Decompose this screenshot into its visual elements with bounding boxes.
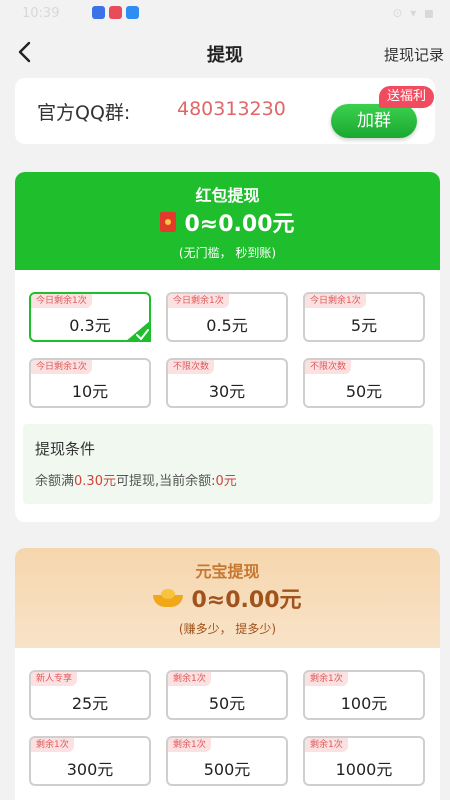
option-tag: 今日剩余1次 bbox=[305, 294, 366, 308]
option-value: 10元 bbox=[71, 382, 109, 401]
red-packet-amount-row: 0≈0.00元 bbox=[15, 206, 440, 238]
option-tag: 剩余1次 bbox=[305, 672, 348, 686]
option-tag: 今日剩余1次 bbox=[31, 360, 92, 374]
ingot-title: 元宝提现 bbox=[195, 562, 260, 581]
option-value: 500元 bbox=[203, 760, 251, 779]
option-tag: 不限次数 bbox=[168, 360, 215, 374]
amount-option[interactable]: 剩余1次 100元 bbox=[303, 670, 425, 720]
condition-middle: 可提现,当前余额: bbox=[115, 474, 216, 489]
red-packet-withdraw-card: 红包提现 0≈0.00元 (无门槛， 秒到账) 今日剩余1次 0.3元 今日剩余… bbox=[15, 172, 440, 522]
ingot-subtitle: (赚多少， 提多少) bbox=[178, 622, 277, 636]
option-value: 50元 bbox=[345, 382, 383, 401]
option-value: 100元 bbox=[340, 694, 388, 713]
amount-option[interactable]: 剩余1次 1000元 bbox=[303, 736, 425, 786]
status-notification-icons bbox=[92, 6, 139, 19]
option-value: 300元 bbox=[66, 760, 114, 779]
ingot-amount: 0≈0.00元 bbox=[191, 588, 302, 613]
condition-title: 提现条件 bbox=[35, 440, 96, 458]
withdraw-record-link[interactable]: 提现记录 bbox=[384, 44, 444, 65]
option-tag: 今日剩余1次 bbox=[168, 294, 229, 308]
ingot-amount-row: 0≈0.00元 bbox=[15, 582, 440, 614]
withdraw-condition-box: 提现条件 余额满0.30元可提现,当前余额:0元 bbox=[23, 424, 433, 504]
amount-option[interactable]: 新人专享 25元 bbox=[29, 670, 151, 720]
amount-option[interactable]: 剩余1次 50元 bbox=[166, 670, 288, 720]
app-notification-icon bbox=[126, 6, 139, 19]
ingot-header: 元宝提现 0≈0.00元 (赚多少， 提多少) bbox=[15, 548, 440, 648]
join-group-button[interactable]: 加群 bbox=[331, 104, 417, 138]
option-tag: 今日剩余1次 bbox=[31, 294, 92, 308]
condition-threshold: 0.30元 bbox=[74, 474, 116, 489]
condition-text: 余额满0.30元可提现,当前余额:0元 bbox=[35, 470, 237, 489]
option-value: 25元 bbox=[71, 694, 109, 713]
option-tag: 不限次数 bbox=[305, 360, 352, 374]
qq-group-label: 官方QQ群: bbox=[37, 102, 131, 124]
option-value: 30元 bbox=[208, 382, 246, 401]
option-tag: 剩余1次 bbox=[31, 738, 74, 752]
app-notification-icon bbox=[92, 6, 105, 19]
red-packet-subtitle: (无门槛， 秒到账) bbox=[178, 246, 277, 260]
status-time: 10:39 bbox=[22, 6, 60, 21]
amount-option[interactable]: 剩余1次 500元 bbox=[166, 736, 288, 786]
qq-group-number: 480313230 bbox=[177, 98, 286, 120]
status-bar: 10:39 ⊙ ▾ ◼ bbox=[0, 0, 450, 32]
option-value: 0.5元 bbox=[206, 316, 248, 335]
amount-option[interactable]: 不限次数 30元 bbox=[166, 358, 288, 408]
current-balance: 0元 bbox=[215, 474, 237, 489]
amount-option[interactable]: 不限次数 50元 bbox=[303, 358, 425, 408]
welfare-badge: 送福利 bbox=[379, 86, 435, 108]
check-icon bbox=[125, 320, 151, 342]
amount-option[interactable]: 今日剩余1次 10元 bbox=[29, 358, 151, 408]
option-tag: 剩余1次 bbox=[168, 672, 211, 686]
option-value: 5元 bbox=[350, 316, 378, 335]
option-value: 50元 bbox=[208, 694, 246, 713]
condition-prefix: 余额满 bbox=[35, 474, 75, 489]
red-packet-header: 红包提现 0≈0.00元 (无门槛， 秒到账) bbox=[15, 172, 440, 270]
header: 提现 提现记录 bbox=[0, 32, 450, 76]
option-tag: 剩余1次 bbox=[168, 738, 211, 752]
red-envelope-icon bbox=[160, 212, 177, 232]
red-packet-title: 红包提现 bbox=[195, 186, 260, 205]
gold-ingot-icon bbox=[153, 589, 184, 607]
status-system-icons: ⊙ ▾ ◼ bbox=[392, 6, 436, 20]
amount-option[interactable]: 剩余1次 300元 bbox=[29, 736, 151, 786]
amount-option[interactable]: 今日剩余1次 0.5元 bbox=[166, 292, 288, 342]
option-tag: 剩余1次 bbox=[305, 738, 348, 752]
option-value: 1000元 bbox=[335, 760, 393, 779]
amount-option[interactable]: 今日剩余1次 0.3元 bbox=[29, 292, 151, 342]
qq-group-card: 官方QQ群: 480313230 加群 送福利 bbox=[15, 78, 435, 144]
amount-option[interactable]: 今日剩余1次 5元 bbox=[303, 292, 425, 342]
page-title: 提现 bbox=[207, 45, 243, 66]
red-packet-amount: 0≈0.00元 bbox=[184, 212, 295, 237]
option-tag: 新人专享 bbox=[31, 672, 78, 686]
ingot-withdraw-card: 元宝提现 0≈0.00元 (赚多少， 提多少) 新人专享 25元 剩余1次 50… bbox=[15, 548, 440, 800]
app-notification-icon bbox=[109, 6, 122, 19]
